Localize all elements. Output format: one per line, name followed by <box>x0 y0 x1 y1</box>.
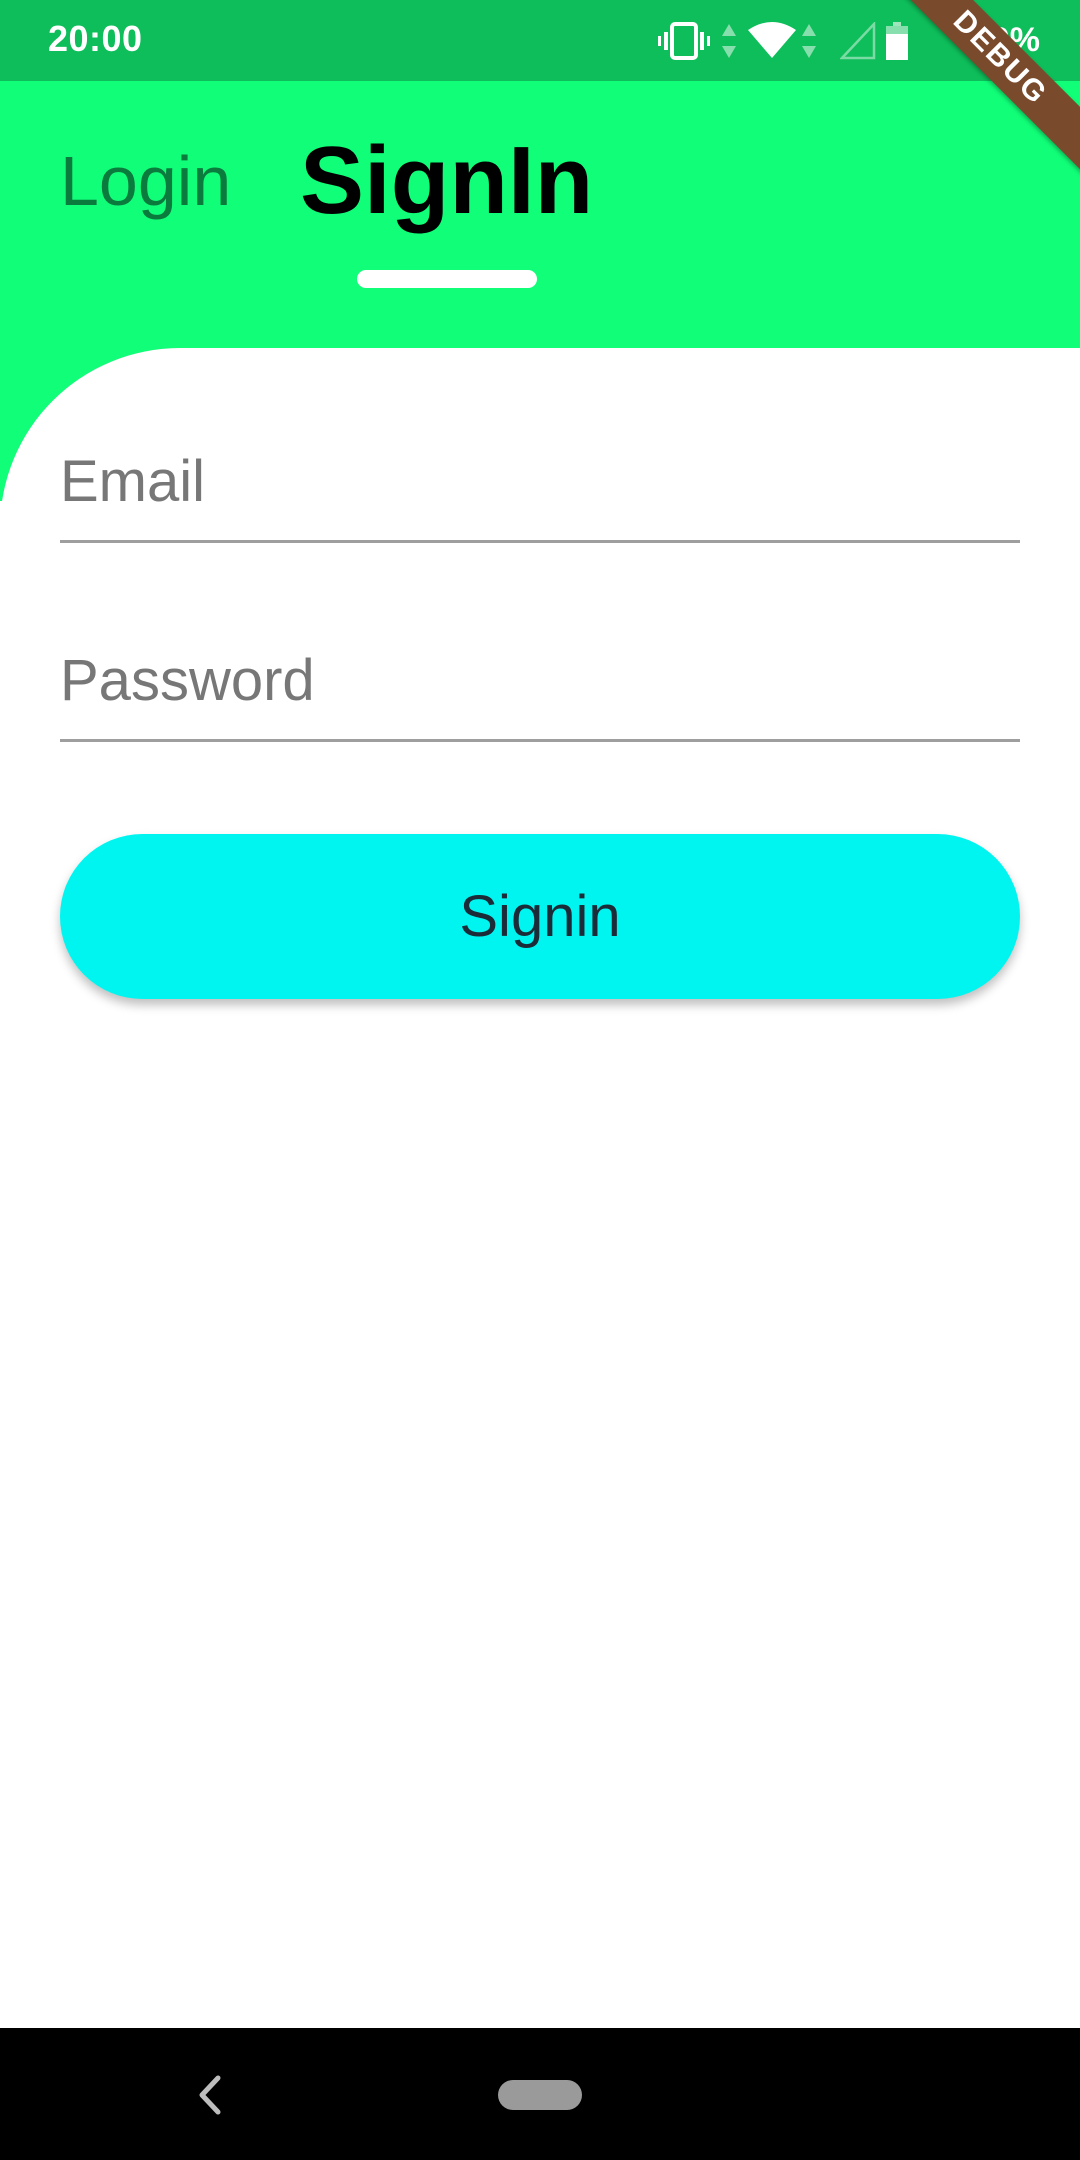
email-input[interactable] <box>60 413 1020 540</box>
password-input[interactable] <box>60 612 1020 739</box>
signin-screen: 20:00 Login SignIn Email Signin DEBUG <box>0 0 1080 2160</box>
status-bar: 20:00 <box>0 0 1080 81</box>
battery-icon <box>886 22 908 60</box>
status-time: 20:00 <box>48 18 143 59</box>
email-field-container <box>60 413 1020 543</box>
tab-login[interactable]: Login <box>60 141 231 221</box>
wifi-icon <box>748 22 796 58</box>
tab-signin[interactable]: SignIn <box>300 126 593 236</box>
signal-icon <box>840 22 876 60</box>
back-icon[interactable] <box>190 2070 230 2120</box>
password-field-container <box>60 612 1020 742</box>
signin-form-card <box>0 348 1080 2028</box>
wifi-data-arrows-icon <box>802 24 816 58</box>
home-pill-button[interactable] <box>498 2080 582 2110</box>
signin-button[interactable]: Signin <box>60 834 1020 999</box>
data-arrows-icon <box>722 24 736 58</box>
navigation-bar <box>0 2028 1080 2160</box>
tab-indicator <box>357 270 537 288</box>
vibrate-icon <box>658 22 710 60</box>
